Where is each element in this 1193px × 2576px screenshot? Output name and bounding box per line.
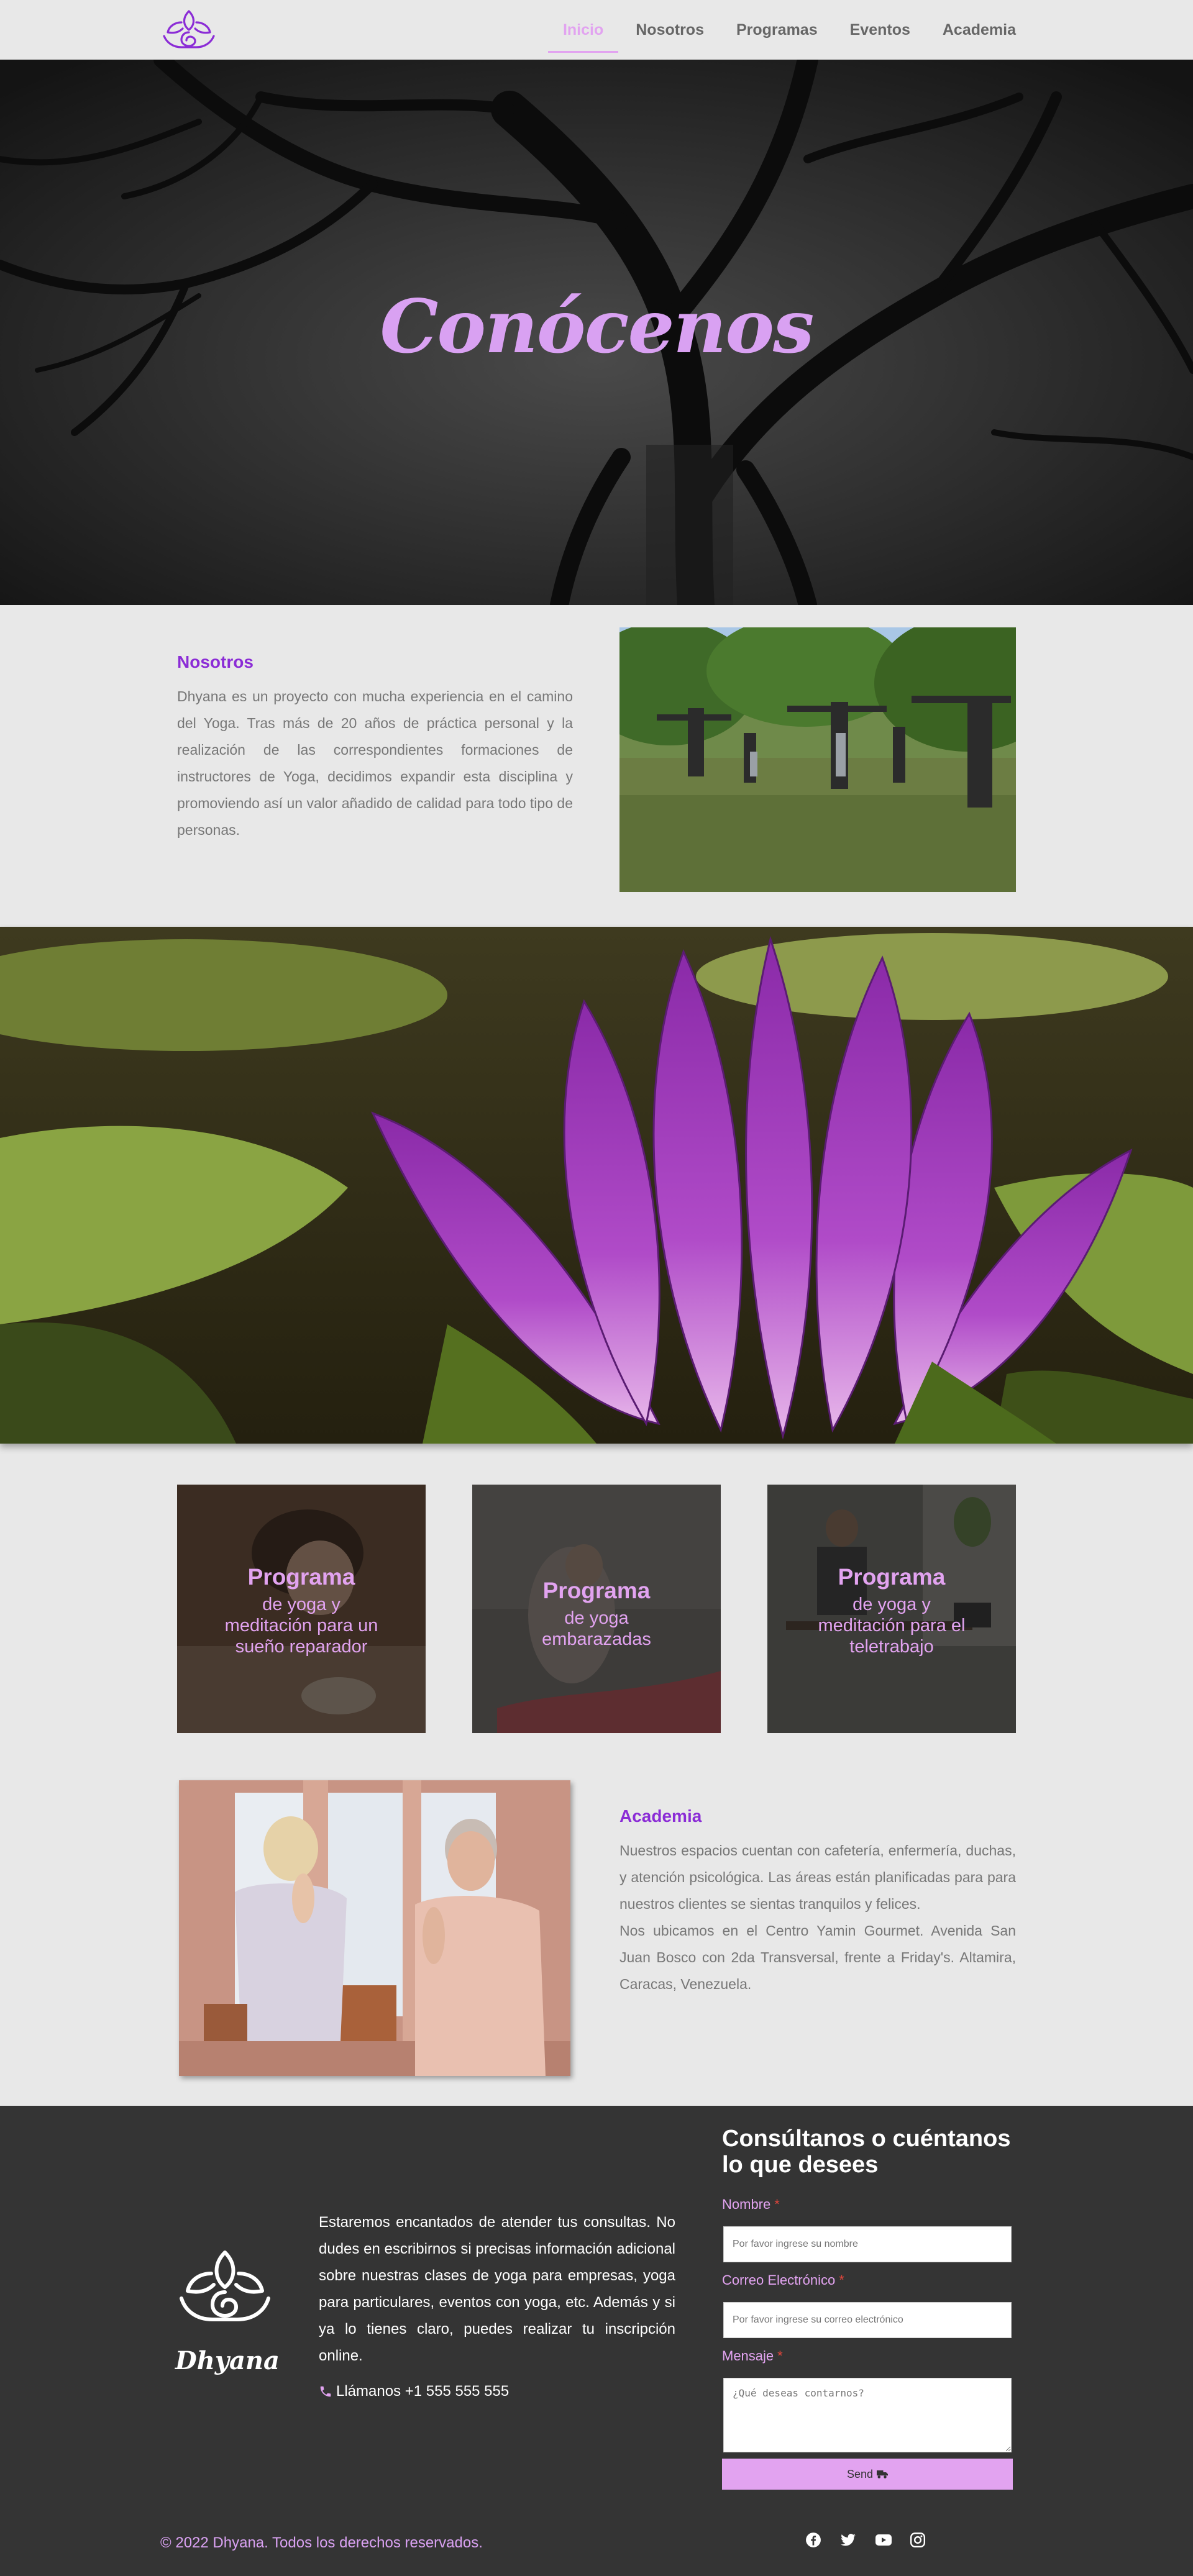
contact-form-title: Consúltanos o cuéntanos lo que desees <box>722 2126 1011 2178</box>
program-card-pregnancy[interactable]: Programa de yoga embarazadas <box>472 1485 721 1733</box>
footer-phone[interactable]: Llámanos +1 555 555 555 <box>319 2383 509 2400</box>
message-textarea[interactable] <box>723 2378 1012 2452</box>
name-label: Nombre * <box>722 2196 780 2212</box>
nav-item-eventos[interactable]: Eventos <box>850 15 910 45</box>
academia-image <box>179 1780 570 2076</box>
lotus-banner-image <box>0 927 1193 1444</box>
twitter-icon[interactable] <box>840 2532 856 2548</box>
nav-item-nosotros[interactable]: Nosotros <box>636 15 704 45</box>
yoga-park-image <box>619 627 1016 892</box>
footer: Dhyana Estaremos encantados de atender t… <box>0 2106 1193 2576</box>
truck-icon <box>877 2470 889 2478</box>
footer-phone-text: Llámanos +1 555 555 555 <box>336 2383 510 2400</box>
nosotros-section: Nosotros Dhyana es un proyecto con mucha… <box>177 652 573 844</box>
email-label: Correo Electrónico * <box>722 2272 844 2288</box>
nav-item-inicio[interactable]: Inicio <box>547 15 619 53</box>
hero-title: Conócenos <box>380 283 815 370</box>
footer-brand[interactable]: Dhyana <box>175 2246 280 2389</box>
program-subtitle: de yoga embarazadas <box>542 1608 651 1649</box>
program-title: Programa <box>247 1564 355 1590</box>
copyright: © 2022 Dhyana. Todos los derechos reserv… <box>160 2534 483 2551</box>
nosotros-title: Nosotros <box>177 652 254 671</box>
email-input[interactable] <box>723 2302 1012 2338</box>
academia-text-location: Nos ubicamos en el Centro Yamin Gourmet.… <box>619 1923 1016 1992</box>
instagram-icon[interactable] <box>910 2532 926 2548</box>
nosotros-text: Dhyana es un proyecto con mucha experien… <box>177 688 573 838</box>
social-links <box>805 2532 926 2548</box>
main-menu: Inicio Nosotros Programas Eventos Academ… <box>547 0 1016 60</box>
academia-text-facilities: Nuestros espacios cuentan con cafetería,… <box>619 1842 1016 1912</box>
lotus-logo-icon[interactable] <box>160 7 217 52</box>
footer-brand-name: Dhyana <box>175 2346 280 2375</box>
nav-item-programas[interactable]: Programas <box>736 15 818 45</box>
youtube-icon[interactable] <box>875 2532 892 2548</box>
program-subtitle: de yoga y meditación para un sueño repar… <box>224 1595 378 1657</box>
program-title: Programa <box>542 1578 651 1603</box>
lotus-logo-icon <box>180 2251 270 2321</box>
send-button[interactable]: Send <box>722 2459 1013 2490</box>
program-card-telework[interactable]: Programa de yoga y meditación para el te… <box>767 1485 1016 1733</box>
name-input[interactable] <box>723 2226 1012 2262</box>
program-card-sleep[interactable]: Programa de yoga y meditación para un su… <box>177 1485 426 1733</box>
hero-banner: Conócenos <box>0 60 1193 605</box>
footer-description: Estaremos encantados de atender tus cons… <box>319 2214 675 2364</box>
message-label: Mensaje * <box>722 2348 783 2364</box>
phone-icon <box>320 2386 331 2397</box>
nav-item-academia[interactable]: Academia <box>943 15 1016 45</box>
program-subtitle: de yoga y meditación para el teletrabajo <box>818 1595 966 1657</box>
facebook-icon[interactable] <box>805 2532 821 2548</box>
academia-title: Academia <box>619 1806 702 1826</box>
top-navbar: Inicio Nosotros Programas Eventos Academ… <box>0 0 1193 60</box>
program-title: Programa <box>838 1564 946 1590</box>
academia-section: Academia Nuestros espacios cuentan con c… <box>619 1806 1016 1998</box>
